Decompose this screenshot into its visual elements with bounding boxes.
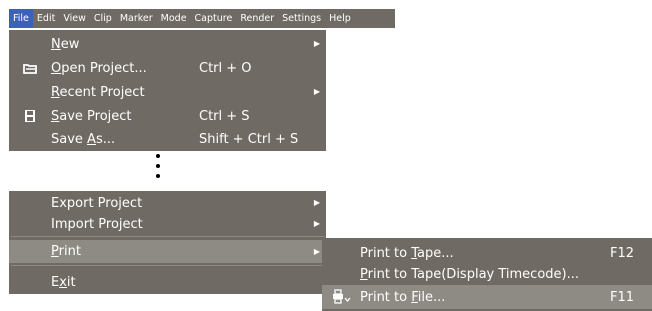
- menu-file[interactable]: File: [9, 9, 33, 28]
- file-menu-lower: Export Project ▶ Import Project ▶ Print …: [9, 191, 326, 294]
- menu-item-label: Exit: [51, 274, 76, 290]
- ellipsis-icon: [154, 154, 162, 182]
- shortcut-text: Ctrl + S: [199, 108, 250, 124]
- menu-clip[interactable]: Clip: [90, 9, 116, 28]
- menu-settings[interactable]: Settings: [278, 9, 325, 28]
- menu-marker[interactable]: Marker: [116, 9, 157, 28]
- menu-item-label: Print to Tape(Display Timecode)...: [360, 266, 579, 282]
- menu-item-recent-project[interactable]: Recent Project ▶: [9, 80, 326, 104]
- menu-mode[interactable]: Mode: [157, 9, 191, 28]
- menu-item-label: New: [51, 36, 80, 52]
- menubar: File Edit View Clip Marker Mode Capture …: [9, 9, 395, 28]
- menu-edit[interactable]: Edit: [33, 9, 59, 28]
- menu-item-label: Export Project: [51, 195, 143, 211]
- shortcut-text: F11: [609, 289, 634, 305]
- menu-item-label: Print to Tape...: [360, 245, 454, 261]
- shortcut-text: F12: [609, 245, 634, 261]
- menu-item-print[interactable]: Print ▶: [9, 240, 326, 263]
- file-menu-upper: New ▶ Open Project... Ctrl + O Recent Pr…: [9, 30, 326, 151]
- menu-separator: [11, 236, 324, 237]
- menu-item-label: Recent Project: [51, 84, 145, 100]
- submenu-arrow-icon: ▶: [313, 198, 320, 207]
- submenu-arrow-icon: ▶: [313, 87, 320, 96]
- submenu-item-print-to-file[interactable]: Print to File... F11: [322, 285, 652, 309]
- floppy-disk-icon: [23, 109, 37, 123]
- shortcut-text: Shift + Ctrl + S: [199, 131, 299, 147]
- menu-item-save-project[interactable]: Save Project Ctrl + S: [9, 104, 326, 128]
- menu-item-open-project[interactable]: Open Project... Ctrl + O: [9, 56, 326, 80]
- menu-item-new[interactable]: New ▶: [9, 32, 326, 56]
- menu-render[interactable]: Render: [236, 9, 278, 28]
- menu-help[interactable]: Help: [325, 9, 355, 28]
- submenu-arrow-icon: ▶: [313, 247, 320, 256]
- menu-item-exit[interactable]: Exit: [9, 270, 326, 294]
- shortcut-text: Ctrl + O: [199, 60, 252, 76]
- print-submenu: Print to Tape... F12 Print to Tape(Displ…: [322, 238, 652, 311]
- print-to-file-icon: [332, 289, 352, 304]
- menu-item-import-project[interactable]: Import Project ▶: [9, 212, 326, 236]
- menu-view[interactable]: View: [59, 9, 90, 28]
- menu-capture[interactable]: Capture: [191, 9, 237, 28]
- menu-item-label: Print to File...: [360, 289, 446, 305]
- submenu-arrow-icon: ▶: [313, 39, 320, 48]
- submenu-item-print-to-tape-timecode[interactable]: Print to Tape(Display Timecode)...: [322, 262, 652, 286]
- menu-item-label: Save As...: [51, 131, 116, 147]
- menu-item-save-as[interactable]: Save As... Shift + Ctrl + S: [9, 127, 326, 151]
- menu-separator: [11, 265, 324, 266]
- menu-item-label: Save Project: [51, 108, 132, 124]
- menu-item-label: Open Project...: [51, 60, 147, 76]
- open-folder-icon: [23, 61, 37, 75]
- submenu-arrow-icon: ▶: [313, 219, 320, 228]
- menu-item-label: Print: [51, 244, 81, 259]
- menu-item-label: Import Project: [51, 216, 143, 232]
